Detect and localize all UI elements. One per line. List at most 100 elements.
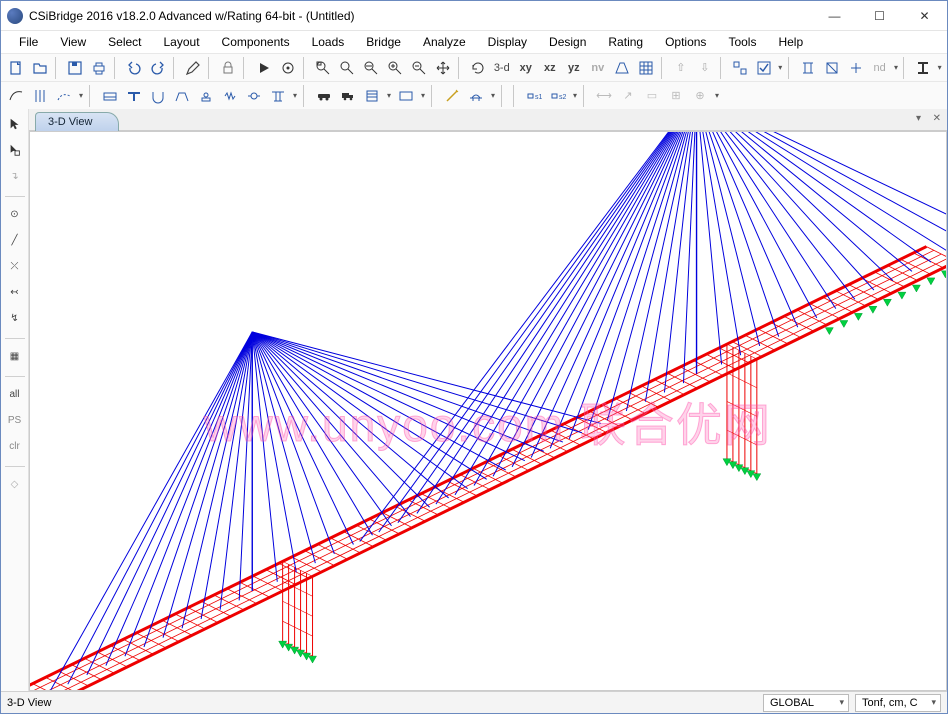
- spring-icon[interactable]: [219, 85, 241, 107]
- menu-components[interactable]: Components: [212, 33, 300, 51]
- target-icon[interactable]: [277, 57, 299, 79]
- menu-tools[interactable]: Tools: [718, 33, 766, 51]
- bridgedef-dropdown-icon[interactable]: ▾: [489, 91, 497, 100]
- menu-layout[interactable]: Layout: [154, 33, 210, 51]
- prev-select-button[interactable]: PS: [4, 409, 26, 431]
- zoom-previous-icon[interactable]: [360, 57, 382, 79]
- clear-select-button[interactable]: clr: [4, 435, 26, 457]
- menu-loads[interactable]: Loads: [302, 33, 355, 51]
- down-arrow-icon[interactable]: ⇩: [694, 57, 716, 79]
- hinge-icon[interactable]: [243, 85, 265, 107]
- lock-icon[interactable]: [217, 57, 239, 79]
- view-nv-button[interactable]: nv: [587, 57, 609, 79]
- dim-dropdown-icon[interactable]: ▾: [713, 91, 721, 100]
- cable-draw-icon[interactable]: ⤫: [4, 255, 26, 277]
- dim-1-icon[interactable]: ⟷: [593, 85, 615, 107]
- save-icon[interactable]: [64, 57, 86, 79]
- zoom-out-icon[interactable]: [408, 57, 430, 79]
- menu-rating[interactable]: Rating: [598, 33, 653, 51]
- redo-icon[interactable]: [147, 57, 169, 79]
- menu-design[interactable]: Design: [539, 33, 596, 51]
- up-arrow-icon[interactable]: ⇧: [670, 57, 692, 79]
- i-section-icon[interactable]: [912, 57, 934, 79]
- menu-bridge[interactable]: Bridge: [356, 33, 411, 51]
- status-units-combo[interactable]: Tonf, cm, C: [855, 694, 941, 712]
- menu-select[interactable]: Select: [98, 33, 151, 51]
- menu-display[interactable]: Display: [478, 33, 537, 51]
- tendon-draw-icon[interactable]: ↯: [4, 307, 26, 329]
- select-special-icon[interactable]: [4, 139, 26, 161]
- dim-4-icon[interactable]: ⊞: [665, 85, 687, 107]
- menu-options[interactable]: Options: [655, 33, 716, 51]
- section-u-icon[interactable]: [147, 85, 169, 107]
- pan-icon[interactable]: [432, 57, 454, 79]
- run-icon[interactable]: [253, 57, 275, 79]
- frame-section-1-icon[interactable]: [797, 57, 819, 79]
- tab-pin-icon[interactable]: ▾: [916, 113, 921, 124]
- view-yz-button[interactable]: yz: [563, 57, 585, 79]
- new-icon[interactable]: [5, 57, 27, 79]
- check-dropdown-icon[interactable]: ▾: [777, 63, 784, 72]
- nd-button[interactable]: nd: [869, 57, 891, 79]
- elements-icon[interactable]: [729, 57, 751, 79]
- lanes-icon[interactable]: [29, 85, 51, 107]
- perspective-icon[interactable]: [611, 57, 633, 79]
- status-coord-combo[interactable]: GLOBAL: [763, 694, 849, 712]
- curve-icon[interactable]: [5, 85, 27, 107]
- viewport-3d[interactable]: www.unyoo.com 联合优网: [29, 131, 947, 691]
- zoom-extents-icon[interactable]: [336, 57, 358, 79]
- frame-section-3-icon[interactable]: [845, 57, 867, 79]
- section-dropdown-icon[interactable]: ▾: [936, 63, 943, 72]
- menu-analyze[interactable]: Analyze: [413, 33, 476, 51]
- deck-s1-icon[interactable]: s1: [523, 85, 545, 107]
- wizard-icon[interactable]: [441, 85, 463, 107]
- nd-dropdown-icon[interactable]: ▾: [893, 63, 900, 72]
- zoom-window-icon[interactable]: [312, 57, 334, 79]
- bridge-def-icon[interactable]: [465, 85, 487, 107]
- menu-file[interactable]: File: [9, 33, 48, 51]
- dim-5-icon[interactable]: ⊕: [689, 85, 711, 107]
- dim-2-icon[interactable]: ↗: [617, 85, 639, 107]
- check-icon[interactable]: [753, 57, 775, 79]
- layoutline-icon[interactable]: [53, 85, 75, 107]
- loadcase-dropdown-icon[interactable]: ▾: [419, 91, 427, 100]
- grid-icon[interactable]: [635, 57, 657, 79]
- pencil-icon[interactable]: [182, 57, 204, 79]
- load-pattern-icon[interactable]: [361, 85, 383, 107]
- select-all-button[interactable]: all: [4, 383, 26, 405]
- link-draw-icon[interactable]: ↢: [4, 281, 26, 303]
- loadpat-dropdown-icon[interactable]: ▾: [385, 91, 393, 100]
- joint-draw-icon[interactable]: ⊙: [4, 203, 26, 225]
- view-3d-button[interactable]: 3-d: [491, 57, 513, 79]
- bearing-icon[interactable]: [195, 85, 217, 107]
- pointer-icon[interactable]: [4, 113, 26, 135]
- close-button[interactable]: ✕: [902, 1, 947, 30]
- deck-s2-icon[interactable]: s2: [547, 85, 569, 107]
- pier-icon[interactable]: [267, 85, 289, 107]
- abutment-icon[interactable]: [171, 85, 193, 107]
- print-icon[interactable]: [88, 57, 110, 79]
- load-case-icon[interactable]: [395, 85, 417, 107]
- view-xy-button[interactable]: xy: [515, 57, 537, 79]
- frame-draw-icon[interactable]: ╱: [4, 229, 26, 251]
- area-draw-icon[interactable]: ▦: [4, 345, 26, 367]
- layoutline-dropdown-icon[interactable]: ▾: [77, 91, 85, 100]
- snap-toggle-icon[interactable]: ◇: [4, 473, 26, 495]
- view-xz-button[interactable]: xz: [539, 57, 561, 79]
- section-box-icon[interactable]: [99, 85, 121, 107]
- frame-section-2-icon[interactable]: [821, 57, 843, 79]
- zoom-in-icon[interactable]: [384, 57, 406, 79]
- section-t-icon[interactable]: [123, 85, 145, 107]
- rotate-icon[interactable]: [467, 57, 489, 79]
- deck-dropdown-icon[interactable]: ▾: [571, 91, 579, 100]
- open-icon[interactable]: [29, 57, 51, 79]
- minimize-button[interactable]: —: [812, 1, 857, 30]
- maximize-button[interactable]: ☐: [857, 1, 902, 30]
- truck-icon[interactable]: [337, 85, 359, 107]
- vehicle-icon[interactable]: [313, 85, 335, 107]
- pier-dropdown-icon[interactable]: ▾: [291, 91, 299, 100]
- tab-3d-view[interactable]: 3-D View: [35, 112, 119, 131]
- tab-close-icon[interactable]: ✕: [933, 113, 941, 124]
- reshape-icon[interactable]: ↴: [4, 165, 26, 187]
- menu-view[interactable]: View: [50, 33, 96, 51]
